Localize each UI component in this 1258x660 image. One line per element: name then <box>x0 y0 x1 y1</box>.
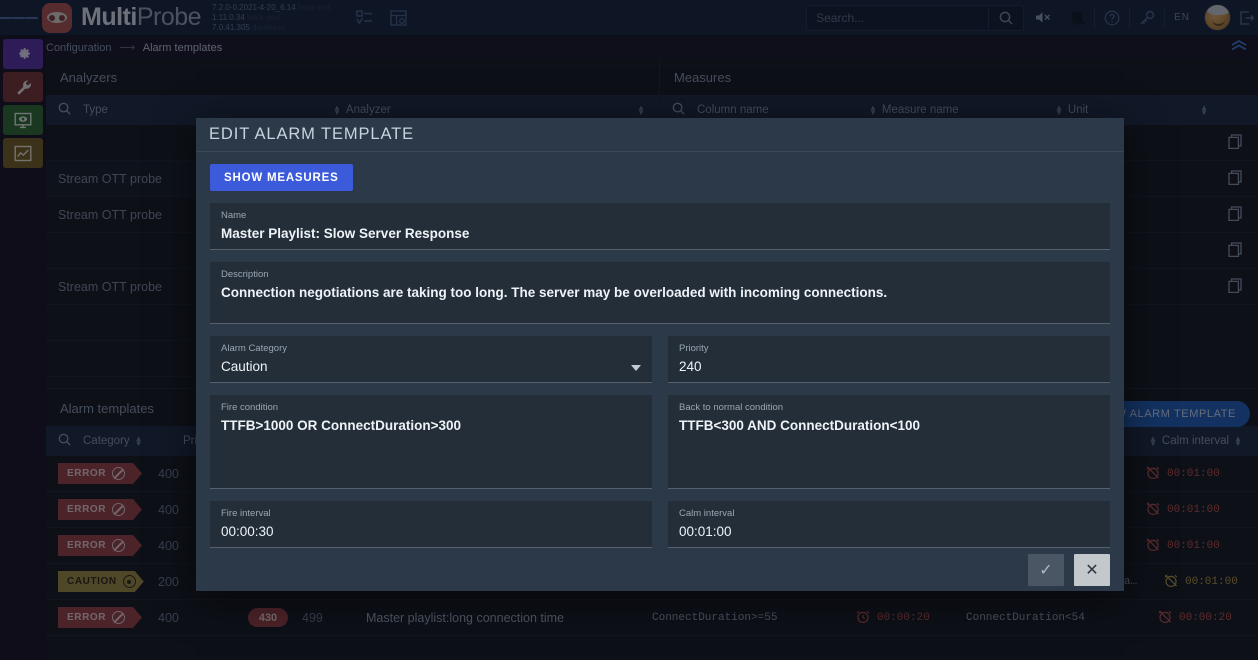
dialog-header: EDIT ALARM TEMPLATE <box>196 118 1124 153</box>
description-field[interactable]: Description Connection negotiations are … <box>210 262 1110 325</box>
calm-interval-value: 00:01:00 <box>679 524 732 540</box>
confirm-button[interactable]: ✓ <box>1028 553 1064 586</box>
fire-interval-field[interactable]: Fire interval 00:00:30 <box>210 501 652 549</box>
dialog-footer: ✓ ✕ <box>196 548 1124 591</box>
name-field-value: Master Playlist: Slow Server Response <box>221 226 470 242</box>
app-window: MultiProbe 7.2.0-0.2021-4-20_6.14 front-… <box>0 0 1258 660</box>
name-field[interactable]: Name Master Playlist: Slow Server Respon… <box>210 203 1110 251</box>
fire-condition-field[interactable]: Fire condition TTFB>1000 OR ConnectDurat… <box>210 395 652 490</box>
chevron-down-icon[interactable] <box>631 365 641 372</box>
priority-field[interactable]: Priority 240 <box>668 336 1110 384</box>
calm-interval-label: Calm interval <box>679 508 735 520</box>
description-field-value: Connection negotiations are taking too l… <box>221 285 888 301</box>
cancel-button[interactable]: ✕ <box>1074 553 1110 586</box>
normal-condition-field[interactable]: Back to normal condition TTFB<300 AND Co… <box>668 395 1110 490</box>
edit-alarm-template-dialog: EDIT ALARM TEMPLATE SHOW MEASURES Name M… <box>196 118 1124 591</box>
calm-interval-field[interactable]: Calm interval 00:01:00 <box>668 501 1110 549</box>
alarm-category-value: Caution <box>221 359 268 375</box>
description-field-label: Description <box>221 269 269 281</box>
name-field-label: Name <box>221 210 247 222</box>
dialog-body: SHOW MEASURES Name Master Playlist: Slow… <box>196 152 1124 549</box>
dialog-title: EDIT ALARM TEMPLATE <box>209 125 415 144</box>
normal-condition-label: Back to normal condition <box>679 402 784 414</box>
alarm-category-label: Alarm Category <box>221 343 287 355</box>
priority-value: 240 <box>679 359 702 375</box>
fire-condition-value: TTFB>1000 OR ConnectDuration>300 <box>221 418 462 434</box>
show-measures-button[interactable]: SHOW MEASURES <box>210 164 353 192</box>
alarm-category-select[interactable]: Alarm Category Caution <box>210 336 652 384</box>
priority-label: Priority <box>679 343 709 355</box>
fire-condition-label: Fire condition <box>221 402 279 414</box>
fire-interval-label: Fire interval <box>221 508 271 520</box>
normal-condition-value: TTFB<300 AND ConnectDuration<100 <box>679 418 921 434</box>
fire-interval-value: 00:00:30 <box>221 524 274 540</box>
